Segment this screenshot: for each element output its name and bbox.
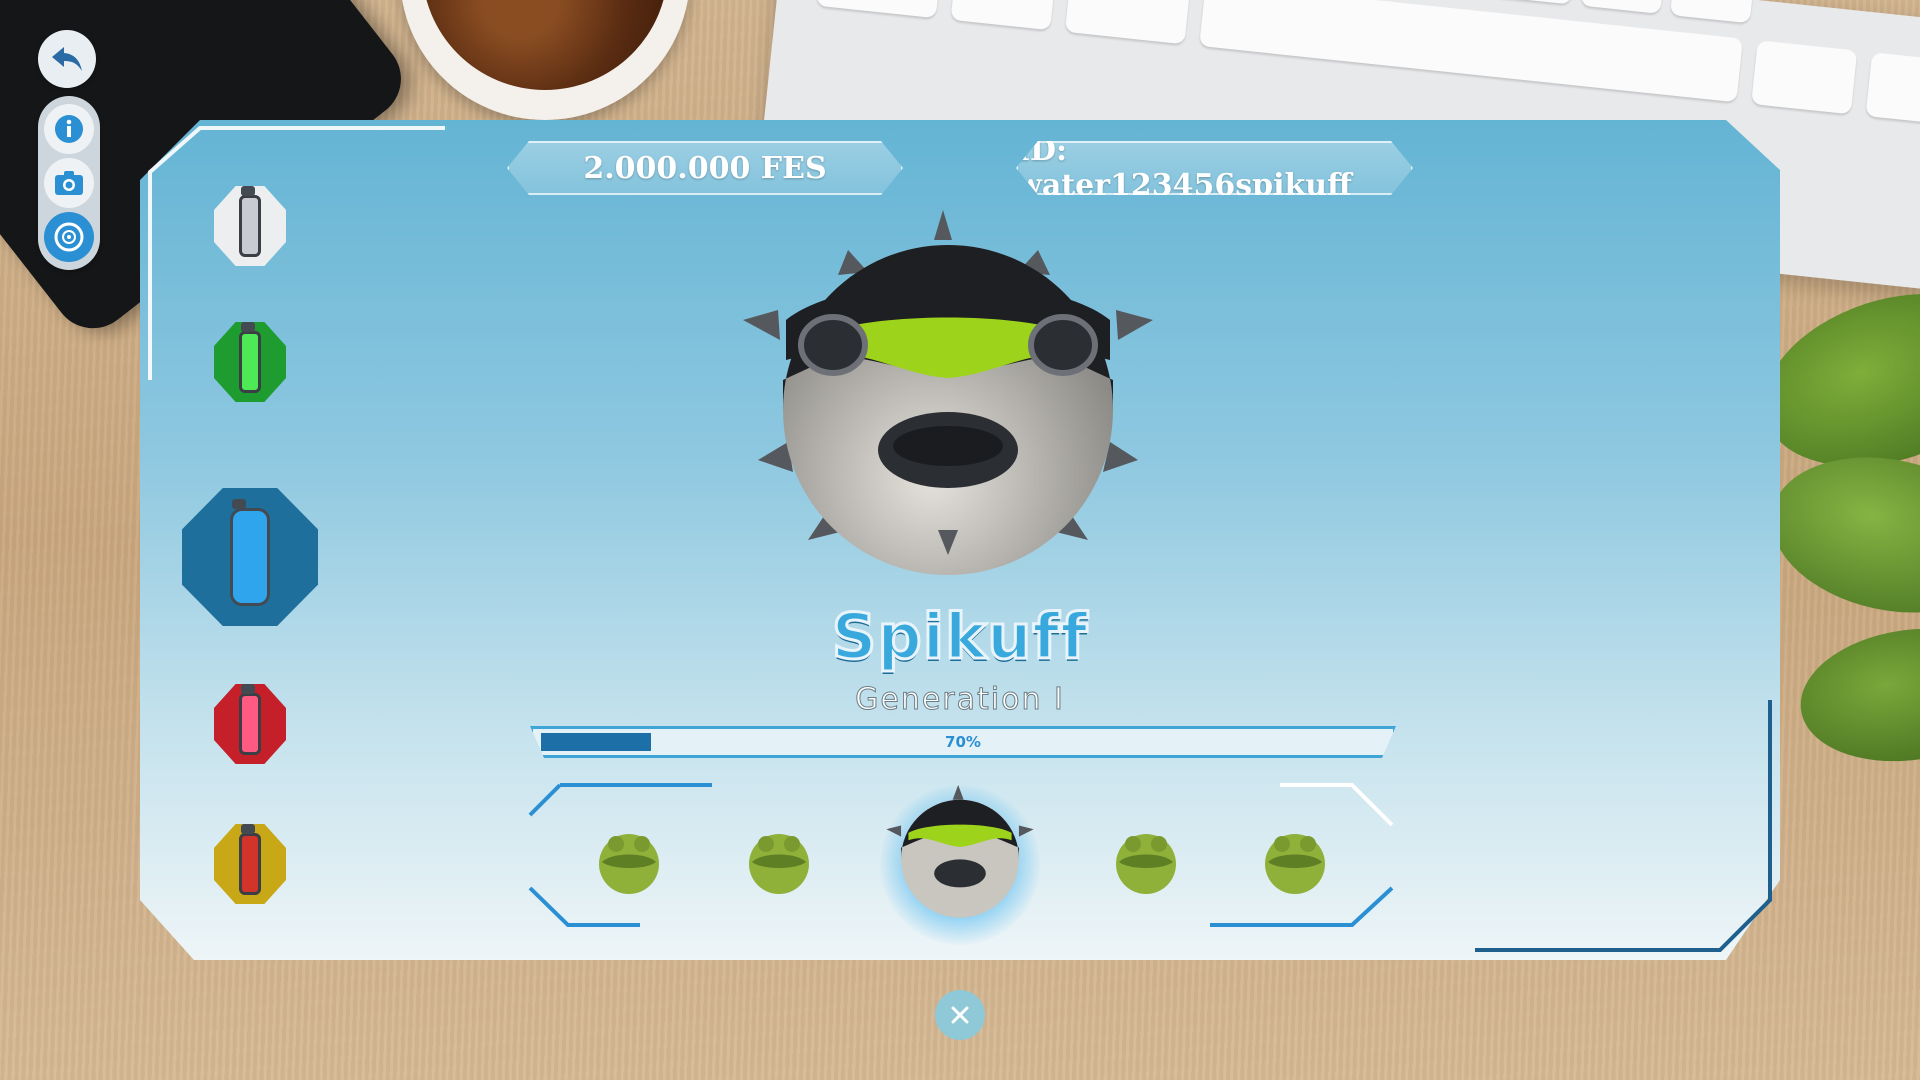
creature-generation: Generation I [855,682,1065,718]
camera-icon [55,171,83,195]
side-toolbar [38,30,100,270]
balance-badge-frame [507,141,903,195]
creature-name: Spikuff [830,599,1089,675]
spikuff-creature[interactable] [738,210,1158,590]
close-button[interactable] [935,990,985,1040]
target-button[interactable] [44,212,94,262]
thumb-frog-3[interactable] [1111,826,1181,896]
toolbar-group [38,96,100,270]
vial-icon [239,322,261,393]
back-button[interactable] [38,30,96,88]
id-badge-frame [1016,141,1413,195]
progress-label: 70% [945,733,981,751]
camera-button[interactable] [44,158,94,208]
coffee-cup-decor [400,0,690,120]
info-icon [55,115,83,143]
thumb-frog-4[interactable] [1260,826,1330,896]
info-button[interactable] [44,104,94,154]
evolution-progress-bar: 70% [530,726,1396,758]
thumb-spikuff-selected[interactable] [880,785,1040,925]
vial-icon [239,186,261,257]
close-icon [951,1006,969,1024]
thumb-frog-2[interactable] [744,826,814,896]
target-icon [54,222,84,252]
vial-icon [239,824,261,895]
thumb-frog-1[interactable] [594,826,664,896]
back-arrow-icon [52,47,82,71]
vial-icon [230,499,270,606]
